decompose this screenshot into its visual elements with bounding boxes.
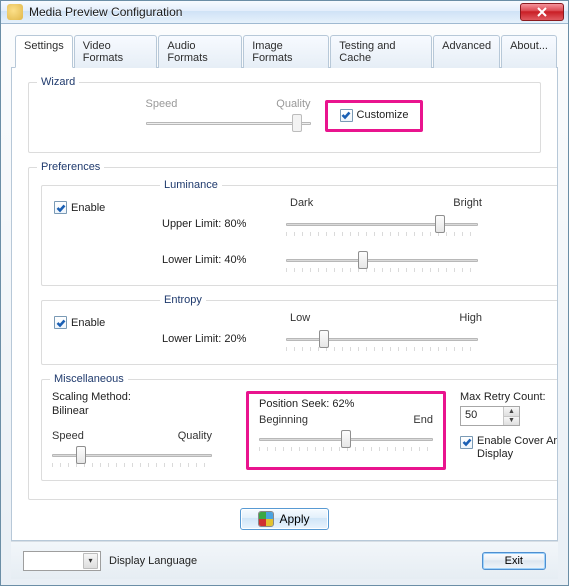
luminance-group: Luminance Enable Dark Bright Upper Limit… — [41, 179, 558, 286]
luminance-upper-slider[interactable] — [286, 213, 478, 235]
misc-group: Miscellaneous Scaling Method: Bilinear P… — [41, 373, 558, 481]
luminance-bright-label: Bright — [453, 197, 482, 209]
scaling-method-label: Scaling Method: Bilinear — [52, 391, 232, 426]
position-seek-highlight: Position Seek: 62% Beginning End — [246, 391, 446, 470]
apply-button[interactable]: Apply — [240, 508, 328, 530]
config-window: Media Preview Configuration Settings Vid… — [0, 0, 569, 586]
window-title: Media Preview Configuration — [29, 5, 520, 19]
entropy-lower-slider[interactable] — [286, 328, 478, 350]
luminance-enable-checkbox[interactable]: Enable — [54, 201, 105, 214]
scaling-speed-label: Speed — [52, 430, 84, 442]
preferences-legend: Preferences — [37, 161, 104, 173]
luminance-lower-slider[interactable] — [286, 249, 478, 271]
entropy-group: Entropy Enable Low High Lower Limit: 20% — [41, 294, 558, 365]
tab-advanced[interactable]: Advanced — [433, 35, 500, 68]
entropy-lower-label: Lower Limit: 20% — [162, 333, 272, 345]
entropy-enable-checkbox[interactable]: Enable — [54, 316, 105, 329]
cover-art-label: Enable Cover Art Display — [477, 435, 558, 461]
tab-image-formats[interactable]: Image Formats — [243, 35, 329, 68]
wizard-slider[interactable] — [146, 112, 311, 134]
seek-end-label: End — [413, 414, 433, 426]
app-icon — [7, 4, 23, 20]
cover-art-checkbox[interactable]: Enable Cover Art Display — [460, 435, 558, 461]
tab-settings[interactable]: Settings — [15, 35, 73, 68]
position-seek-slider[interactable] — [259, 428, 433, 450]
max-retry-label: Max Retry Count: — [460, 391, 558, 403]
entropy-low-label: Low — [290, 312, 310, 324]
tab-strip: Settings Video Formats Audio Formats Ima… — [11, 34, 558, 68]
apply-label: Apply — [279, 512, 309, 526]
spinner-up-icon[interactable]: ▲ — [503, 407, 519, 416]
tab-audio-formats[interactable]: Audio Formats — [158, 35, 242, 68]
uac-shield-icon — [259, 512, 273, 526]
customize-checkbox[interactable]: Customize — [340, 109, 409, 122]
seek-beginning-label: Beginning — [259, 414, 308, 426]
luminance-lower-label: Lower Limit: 40% — [162, 254, 272, 266]
window-body: Settings Video Formats Audio Formats Ima… — [1, 24, 568, 585]
customize-highlight: Customize — [325, 100, 424, 133]
luminance-dark-label: Dark — [290, 197, 313, 209]
dropdown-arrow-icon: ▾ — [83, 553, 98, 569]
luminance-legend: Luminance — [160, 179, 222, 191]
entropy-high-label: High — [459, 312, 482, 324]
wizard-group: Wizard Speed Quality — [28, 76, 541, 153]
tab-video-formats[interactable]: Video Formats — [74, 35, 158, 68]
tab-about[interactable]: About... — [501, 35, 557, 68]
customize-label: Customize — [357, 109, 409, 121]
luminance-enable-label: Enable — [71, 202, 105, 214]
titlebar: Media Preview Configuration — [1, 1, 568, 24]
footer-bar: ▾ Display Language Exit — [11, 541, 558, 579]
max-retry-value[interactable]: 50 — [461, 407, 503, 425]
spinner-down-icon[interactable]: ▼ — [503, 416, 519, 426]
entropy-enable-label: Enable — [71, 317, 105, 329]
position-seek-label: Position Seek: 62% — [259, 398, 433, 410]
scaling-method-slider[interactable] — [52, 444, 212, 466]
close-button[interactable] — [520, 3, 564, 21]
tab-testing-cache[interactable]: Testing and Cache — [330, 35, 432, 68]
wizard-quality-label: Quality — [276, 98, 310, 110]
max-retry-spinner[interactable]: 50 ▲ ▼ — [460, 406, 520, 426]
exit-button[interactable]: Exit — [482, 552, 546, 570]
entropy-legend: Entropy — [160, 294, 206, 306]
luminance-upper-label: Upper Limit: 80% — [162, 218, 272, 230]
scaling-quality-label: Quality — [178, 430, 212, 442]
display-language-label: Display Language — [109, 555, 197, 567]
misc-legend: Miscellaneous — [50, 373, 128, 385]
close-icon — [537, 7, 547, 17]
settings-panel: Wizard Speed Quality — [11, 68, 558, 541]
display-language-combo[interactable]: ▾ — [23, 551, 101, 571]
wizard-legend: Wizard — [37, 76, 79, 88]
wizard-speed-label: Speed — [146, 98, 178, 110]
preferences-group: Preferences Luminance Enable Dark Bright — [28, 161, 558, 500]
